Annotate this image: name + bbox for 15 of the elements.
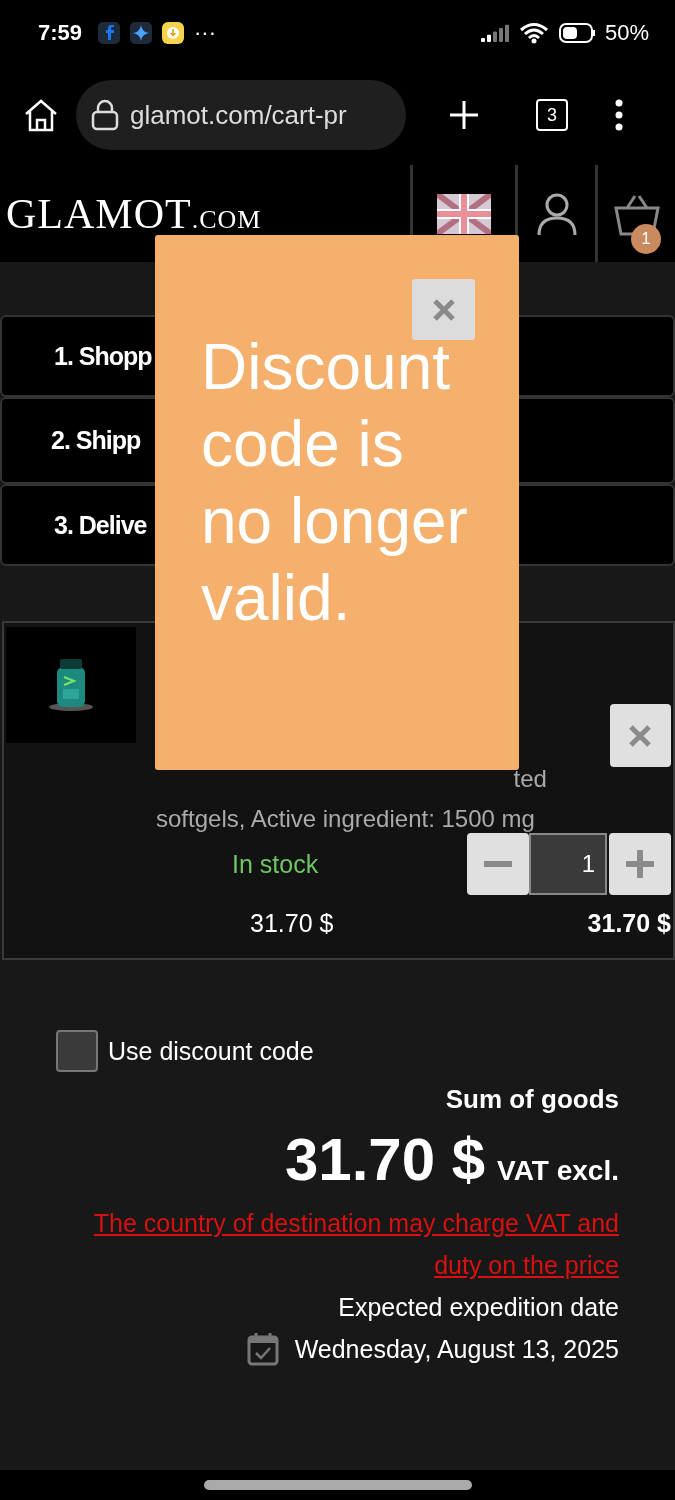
product-description: softgels, Active ingredient: 1500 mg [156, 804, 536, 834]
url-text: glamot.com/cart-pr [130, 99, 347, 131]
unit-price: 31.70 $ [250, 909, 334, 938]
expedition-date: Wednesday, August 13, 2025 [294, 1334, 619, 1365]
product-description: ted [513, 765, 547, 792]
sum-amount: 31.70 $ [284, 1125, 486, 1194]
line-total: 31.70 $ [587, 909, 671, 938]
status-time: 7:59 [38, 19, 83, 46]
vat-note: VAT excl. [497, 1155, 619, 1187]
more-notifications: ··· [194, 19, 217, 46]
stock-status: In stock [232, 849, 319, 879]
battery-percent: 50% [604, 19, 649, 46]
expedition-label: Expected expedition date [338, 1292, 619, 1323]
sum-label: Sum of goods [445, 1084, 619, 1115]
cart-count-badge: 1 [631, 224, 661, 254]
